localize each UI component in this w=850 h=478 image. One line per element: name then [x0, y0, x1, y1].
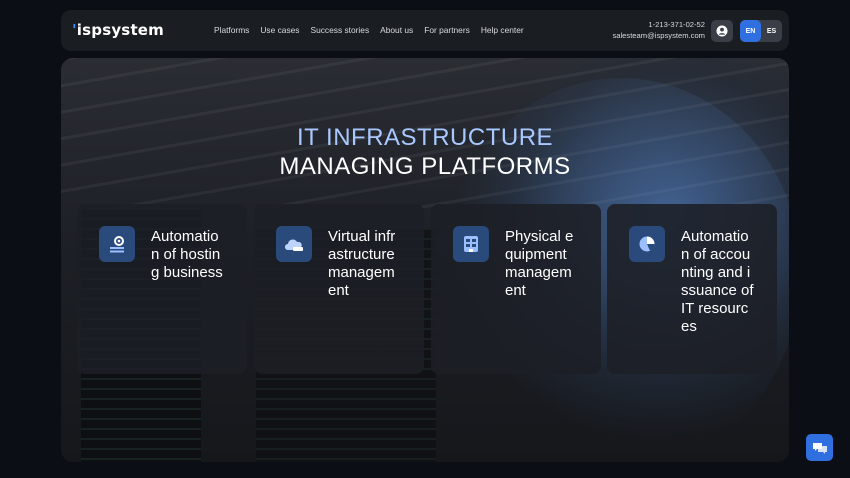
- contacts: 1-213-371-02-52 salesteam@ispsystem.com: [612, 19, 705, 41]
- card-label: Automation of hosting business: [151, 228, 223, 281]
- main-nav: Platforms Use cases Success stories Abou…: [214, 25, 524, 35]
- hero-banner: IT INFRASTRUCTURE MANAGING PLATFORMS Aut…: [61, 58, 789, 462]
- card-virtual-infrastructure[interactable]: Virtual infrastructure management: [254, 204, 424, 374]
- card-label: Physical equipment management: [505, 228, 574, 299]
- user-icon: [716, 25, 728, 37]
- site-header: 'ispsystem Platforms Use cases Success s…: [61, 10, 789, 51]
- hero-title-line2: MANAGING PLATFORMS: [279, 153, 571, 180]
- cloud-icon: [276, 226, 312, 262]
- account-button[interactable]: [711, 20, 733, 42]
- language-switcher: EN ES: [740, 20, 782, 42]
- card-physical-equipment[interactable]: Physical equipment management: [431, 204, 601, 374]
- lang-en-button[interactable]: EN: [740, 20, 761, 42]
- chat-icon: [812, 442, 827, 454]
- pie-chart-icon: [629, 226, 665, 262]
- email-link[interactable]: salesteam@ispsystem.com: [612, 30, 705, 41]
- nav-item-about-us[interactable]: About us: [380, 25, 413, 35]
- phone-link[interactable]: 1-213-371-02-52: [612, 19, 705, 30]
- nav-item-use-cases[interactable]: Use cases: [260, 25, 299, 35]
- server-icon: [453, 226, 489, 262]
- hosting-gear-icon: [99, 226, 135, 262]
- nav-item-for-partners[interactable]: For partners: [424, 25, 470, 35]
- lang-es-button[interactable]: ES: [761, 20, 782, 42]
- card-label: Virtual infrastructure management: [328, 228, 396, 299]
- card-hosting-automation[interactable]: Automation of hosting business: [77, 204, 247, 374]
- nav-item-success-stories[interactable]: Success stories: [310, 25, 369, 35]
- hero-title-line1: IT INFRASTRUCTURE: [296, 124, 554, 151]
- logo[interactable]: 'ispsystem: [72, 21, 164, 39]
- card-label: Automation of accounting and issuance of…: [681, 228, 754, 335]
- nav-item-platforms[interactable]: Platforms: [214, 25, 249, 35]
- nav-item-help-center[interactable]: Help center: [481, 25, 524, 35]
- card-accounting-automation[interactable]: Automation of accounting and issuance of…: [607, 204, 777, 374]
- chat-button[interactable]: [806, 434, 833, 461]
